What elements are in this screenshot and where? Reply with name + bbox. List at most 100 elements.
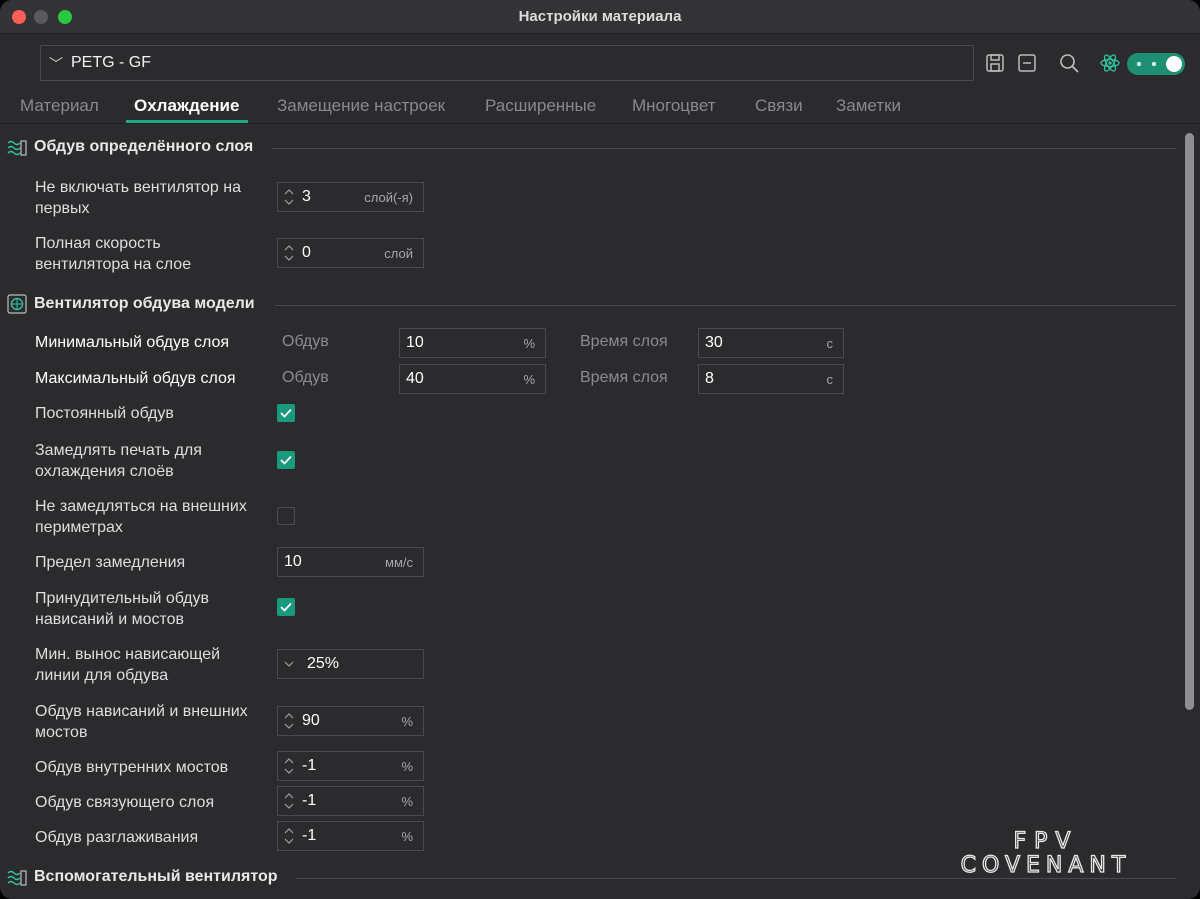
remove-preset-icon[interactable] xyxy=(1016,52,1038,74)
stepper-arrows-icon[interactable] xyxy=(284,188,294,206)
max-fan-time-unit: с xyxy=(826,372,834,387)
min-overhang-value: 25% xyxy=(307,655,340,672)
min-fan-time-label: Время слоя xyxy=(580,333,668,350)
tab-multicolor[interactable]: Многоцвет xyxy=(632,96,716,116)
dont-slow-outer-label-line2: периметрах xyxy=(35,519,123,536)
interface-fan-label: Обдув связующего слоя xyxy=(35,794,215,811)
max-fan-label: Максимальный обдув слоя xyxy=(35,370,236,387)
no-fan-first-label-line1: Не включать вентилятор на xyxy=(35,179,241,196)
preset-dropdown[interactable]: ﹀ PETG - GF xyxy=(40,45,974,81)
overhang-fan-value[interactable]: 90 xyxy=(302,712,320,730)
fpv-covenant-logo: FPV COVENANT xyxy=(960,828,1132,876)
full-speed-layer-label-line2: вентилятора на слое xyxy=(35,256,192,273)
section-title-aux-fan: Вспомогательный вентилятор xyxy=(34,868,278,885)
slow-limit-input[interactable]: 10 мм/с xyxy=(277,547,424,577)
advanced-mode-toggle[interactable] xyxy=(1127,53,1185,75)
part-fan-icon xyxy=(7,294,27,314)
min-overhang-label-line1: Мин. вынос нависающей xyxy=(35,646,221,663)
atom-icon[interactable] xyxy=(1099,52,1121,74)
internal-bridge-fan-stepper[interactable]: -1 % xyxy=(277,751,424,781)
min-fan-speed-label: Обдув xyxy=(282,333,329,350)
tab-setting-overrides[interactable]: Замещение настроек xyxy=(277,96,445,116)
tab-notes[interactable]: Заметки xyxy=(836,96,901,116)
min-fan-time-input[interactable]: 30 с xyxy=(698,328,844,358)
ironing-fan-unit: % xyxy=(401,829,413,844)
scrollbar-thumb[interactable] xyxy=(1185,133,1194,710)
toggle-dot xyxy=(1137,62,1141,66)
stepper-arrows-icon[interactable] xyxy=(284,757,294,775)
no-fan-first-value[interactable]: 3 xyxy=(302,188,311,206)
max-fan-speed-value[interactable]: 40 xyxy=(406,370,424,388)
min-fan-speed-input[interactable]: 10 % xyxy=(399,328,546,358)
checkmark-icon xyxy=(280,602,292,612)
force-overhang-checkbox[interactable] xyxy=(277,598,295,616)
tab-material[interactable]: Материал xyxy=(20,96,99,116)
constant-fan-label: Постоянный обдув xyxy=(35,405,174,422)
active-tab-indicator xyxy=(126,120,248,123)
toggle-dot xyxy=(1152,62,1156,66)
no-fan-first-stepper[interactable]: 3 слой(-я) xyxy=(277,182,424,212)
tab-advanced[interactable]: Расширенные xyxy=(485,96,596,116)
interface-fan-stepper[interactable]: -1 % xyxy=(277,786,424,816)
slow-down-label-line2: охлаждения слоёв xyxy=(35,463,174,480)
overhang-fan-stepper[interactable]: 90 % xyxy=(277,706,424,736)
force-overhang-label-line1: Принудительный обдув xyxy=(35,590,209,607)
ironing-fan-stepper[interactable]: -1 % xyxy=(277,821,424,851)
toggle-knob xyxy=(1166,56,1182,72)
section-divider xyxy=(296,878,1176,879)
logo-line1: FPV xyxy=(1014,829,1079,854)
slow-down-checkbox[interactable] xyxy=(277,451,295,469)
min-fan-speed-value[interactable]: 10 xyxy=(406,334,424,352)
stepper-arrows-icon[interactable] xyxy=(284,712,294,730)
interface-fan-value[interactable]: -1 xyxy=(302,792,316,810)
layer-fan-icon xyxy=(7,140,27,156)
interface-fan-unit: % xyxy=(401,794,413,809)
chevron-down-icon xyxy=(284,661,294,667)
min-fan-time-unit: с xyxy=(826,336,834,351)
logo-line2: COVENANT xyxy=(961,853,1132,876)
ironing-fan-label: Обдув разглаживания xyxy=(35,829,199,846)
tab-dependencies[interactable]: Связи xyxy=(755,96,803,116)
checkmark-icon xyxy=(280,408,292,418)
save-icon[interactable] xyxy=(984,52,1006,74)
stepper-arrows-icon[interactable] xyxy=(284,244,294,262)
dont-slow-outer-checkbox[interactable] xyxy=(277,507,295,525)
checkmark-icon xyxy=(280,455,292,465)
full-speed-layer-value[interactable]: 0 xyxy=(302,244,311,262)
section-divider xyxy=(272,148,1176,149)
no-fan-first-label-line2: первых xyxy=(35,200,90,217)
preset-value: PETG - GF xyxy=(71,54,151,71)
no-fan-first-unit: слой(-я) xyxy=(364,190,413,205)
slow-limit-label: Предел замедления xyxy=(35,554,186,571)
min-fan-time-value[interactable]: 30 xyxy=(705,334,723,352)
title-bar: Настройки материала xyxy=(0,0,1200,34)
tab-bar: Материал Охлаждение Замещение настроек Р… xyxy=(0,90,1200,124)
stepper-arrows-icon[interactable] xyxy=(284,792,294,810)
max-fan-time-input[interactable]: 8 с xyxy=(698,364,844,394)
stepper-arrows-icon[interactable] xyxy=(284,827,294,845)
slow-down-label-line1: Замедлять печать для xyxy=(35,442,202,459)
chevron-down-icon: ﹀ xyxy=(49,56,63,72)
full-speed-layer-unit: слой xyxy=(384,246,413,261)
section-title-layer-fan: Обдув определённого слоя xyxy=(34,138,254,155)
internal-bridge-fan-value[interactable]: -1 xyxy=(302,757,316,775)
aux-fan-icon xyxy=(7,870,27,886)
full-speed-layer-stepper[interactable]: 0 слой xyxy=(277,238,424,268)
overhang-fan-label-line2: мостов xyxy=(35,724,88,741)
max-fan-speed-input[interactable]: 40 % xyxy=(399,364,546,394)
min-fan-speed-unit: % xyxy=(523,336,535,351)
internal-bridge-fan-label: Обдув внутренних мостов xyxy=(35,759,229,776)
full-speed-layer-label-line1: Полная скорость xyxy=(35,235,161,252)
min-overhang-dropdown[interactable]: 25% xyxy=(277,649,424,679)
min-overhang-label-line2: линии для обдува xyxy=(35,667,169,684)
tab-cooling[interactable]: Охлаждение xyxy=(134,96,239,116)
max-fan-time-value[interactable]: 8 xyxy=(705,370,714,388)
overhang-fan-label-line1: Обдув нависаний и внешних xyxy=(35,703,248,720)
ironing-fan-value[interactable]: -1 xyxy=(302,827,316,845)
constant-fan-checkbox[interactable] xyxy=(277,404,295,422)
slow-limit-value[interactable]: 10 xyxy=(284,553,302,571)
slow-limit-unit: мм/с xyxy=(385,555,413,570)
max-fan-speed-unit: % xyxy=(523,372,535,387)
window-title: Настройки материала xyxy=(518,8,682,25)
search-icon[interactable] xyxy=(1058,52,1080,74)
